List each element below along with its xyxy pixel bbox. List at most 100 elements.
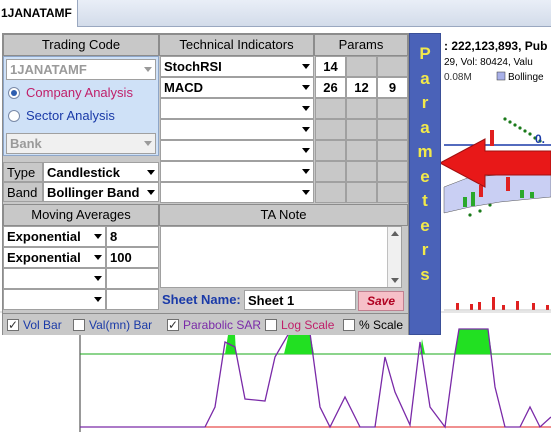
tab-strip: 1JANATAMF <box>0 0 551 27</box>
indicator-select[interactable] <box>160 98 314 119</box>
chevron-down-icon <box>94 234 102 239</box>
ta-note-textarea[interactable] <box>160 226 402 288</box>
parameters-tab-letter: e <box>420 215 430 235</box>
ta-note-scrollbar[interactable] <box>387 227 401 287</box>
sheet-name-label: Sheet Name: <box>162 292 241 307</box>
chevron-down-icon <box>302 64 310 69</box>
option-checkbox[interactable]: Log Scale <box>265 317 334 333</box>
option-checkbox[interactable]: Parabolic SAR <box>167 317 261 333</box>
sheet-name-value: Sheet 1 <box>248 293 295 308</box>
param-field[interactable] <box>346 161 377 182</box>
param-field[interactable] <box>315 140 346 161</box>
parameters-tab-letter: t <box>422 191 428 210</box>
parameters-tab-letter: a <box>420 68 430 88</box>
chevron-down-icon <box>302 85 310 90</box>
option-checkbox[interactable]: Val(mn) Bar <box>73 317 152 333</box>
band-select[interactable]: Bollinger Band <box>43 182 159 202</box>
volume-scale-label: 0.08M <box>444 72 472 83</box>
indicator-select[interactable] <box>160 119 314 140</box>
parameters-tab-letter: e <box>420 166 430 186</box>
checkbox-icon <box>265 319 277 331</box>
chevron-down-icon <box>302 190 310 195</box>
trading-code-value: 1JANATAMF <box>10 62 87 77</box>
checkbox-icon <box>73 319 85 331</box>
options-checkbox-row: Vol Bar Val(mn) Bar Parabolic SAR Log Scale… <box>3 313 408 335</box>
trading-code-select[interactable]: 1JANATAMF <box>6 59 156 80</box>
chevron-down-icon <box>94 297 102 302</box>
scroll-down-icon <box>391 278 399 283</box>
indicator-select[interactable] <box>160 161 314 182</box>
indicator-value: StochRSI <box>164 59 222 74</box>
price-fragment: 0. <box>535 132 545 146</box>
sector-analysis-radio[interactable]: Sector Analysis <box>8 108 115 126</box>
tab-1janatamf[interactable]: 1JANATAMF <box>0 0 78 27</box>
chevron-down-icon <box>302 127 310 132</box>
param-field[interactable] <box>377 182 408 203</box>
sector-select[interactable]: Bank <box>6 133 156 154</box>
moving-average-period-input[interactable]: 8 <box>106 226 159 247</box>
indicator-select[interactable] <box>160 140 314 161</box>
param-field[interactable] <box>377 119 408 140</box>
chevron-down-icon <box>302 169 310 174</box>
param-field[interactable] <box>377 140 408 161</box>
checkbox-icon <box>7 317 19 333</box>
indicator-select[interactable]: MACD <box>160 77 314 98</box>
chevron-down-icon <box>144 67 152 72</box>
param-field[interactable]: 9 <box>377 77 408 98</box>
parameters-tab[interactable]: Parameters <box>409 33 441 335</box>
param-field[interactable]: 26 <box>315 77 346 98</box>
chart-header-line2: 29, Vol: 80424, Valu <box>444 57 533 68</box>
param-field[interactable] <box>315 182 346 203</box>
parameters-tab-letter: r <box>421 240 429 259</box>
chevron-down-icon <box>302 148 310 153</box>
param-field[interactable] <box>346 56 377 77</box>
chevron-down-icon <box>147 190 155 195</box>
option-checkbox[interactable]: Vol Bar <box>7 317 62 333</box>
chevron-down-icon <box>94 255 102 260</box>
indicator-select[interactable]: StochRSI <box>160 56 314 77</box>
save-button[interactable]: Save <box>358 291 404 311</box>
parameters-panel: Trading Code Technical Indicators Params… <box>2 33 409 335</box>
moving-average-type-select[interactable] <box>3 268 106 289</box>
type-select[interactable]: Candlestick <box>43 162 159 182</box>
moving-average-type-value: Exponential <box>7 250 81 265</box>
param-field[interactable] <box>315 119 346 140</box>
option-checkbox[interactable]: % Scale <box>343 317 403 333</box>
chevron-down-icon <box>144 141 152 146</box>
company-analysis-radio[interactable]: Company Analysis <box>8 85 133 103</box>
moving-average-type-select[interactable]: Exponential <box>3 226 106 247</box>
params-header: Params <box>314 34 408 56</box>
parameters-tab-letter: r <box>421 93 429 112</box>
moving-average-type-select[interactable]: Exponential <box>3 247 106 268</box>
param-field[interactable] <box>377 98 408 119</box>
moving-average-period-input[interactable] <box>106 268 159 289</box>
param-field[interactable] <box>377 56 408 77</box>
trading-code-header: Trading Code <box>3 34 159 56</box>
chevron-down-icon <box>147 170 155 175</box>
checkbox-label: Log Scale <box>281 318 335 332</box>
sheet-name-input[interactable]: Sheet 1 <box>244 290 356 310</box>
param-field[interactable] <box>346 140 377 161</box>
bollinger-legend-swatch <box>496 71 506 81</box>
param-field[interactable] <box>377 161 408 182</box>
chevron-down-icon <box>94 276 102 281</box>
param-field[interactable] <box>315 161 346 182</box>
indicator-select[interactable] <box>160 182 314 203</box>
band-value: Bollinger Band <box>47 185 140 200</box>
scroll-up-icon <box>391 231 399 236</box>
moving-average-type-select[interactable] <box>3 289 106 310</box>
company-analysis-label: Company Analysis <box>26 85 133 100</box>
checkbox-icon <box>167 317 179 333</box>
param-field[interactable]: 12 <box>346 77 377 98</box>
moving-average-period-input[interactable] <box>106 289 159 310</box>
param-field[interactable] <box>315 98 346 119</box>
param-field[interactable] <box>346 119 377 140</box>
radio-icon <box>8 110 20 122</box>
param-field[interactable]: 14 <box>315 56 346 77</box>
chart-header-line1: : 222,123,893, Pub <box>444 39 547 53</box>
chevron-down-icon <box>302 106 310 111</box>
param-field[interactable] <box>346 182 377 203</box>
moving-average-period-input[interactable]: 100 <box>106 247 159 268</box>
checkbox-label: Val(mn) Bar <box>89 318 153 332</box>
param-field[interactable] <box>346 98 377 119</box>
